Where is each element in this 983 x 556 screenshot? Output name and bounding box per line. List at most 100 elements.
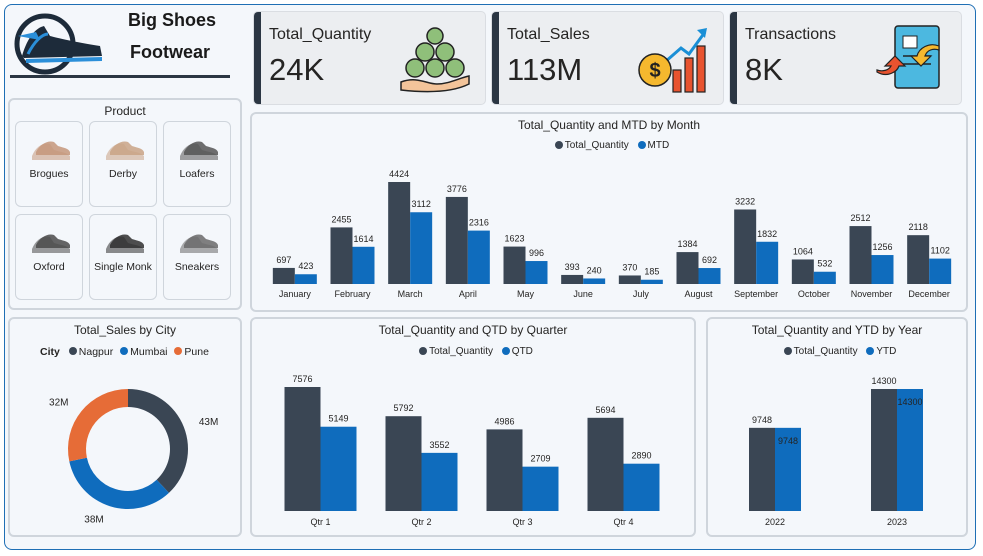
bar-total-quantity[interactable] — [445, 196, 468, 284]
bar-qtd[interactable] — [522, 466, 559, 511]
bar-total-quantity[interactable] — [849, 226, 872, 284]
shoe-image-icon — [106, 234, 144, 253]
bar-total-quantity[interactable] — [284, 387, 321, 511]
donut-slice-nagpur[interactable] — [128, 389, 189, 493]
x-tick-label: March — [398, 289, 423, 299]
legend-label: Nagpur — [78, 346, 114, 358]
data-label: 697 — [276, 255, 291, 265]
bar-mtd[interactable] — [929, 258, 952, 284]
bar-total-quantity[interactable] — [486, 429, 523, 511]
bar-total-quantity[interactable] — [503, 246, 526, 284]
bar-mtd[interactable] — [294, 274, 317, 284]
data-label: 1384 — [677, 239, 697, 249]
slicer-item-label: Sneakers — [174, 261, 220, 273]
x-tick-label: December — [908, 289, 950, 299]
chart-legend: Total_Quantity QTD — [252, 346, 694, 357]
shoe-image-icon — [32, 141, 70, 160]
bar-mtd[interactable] — [410, 212, 433, 284]
bar-total-quantity[interactable] — [749, 427, 775, 511]
bar-mtd[interactable] — [467, 230, 490, 284]
slicer-item-label: Single Monk — [94, 261, 152, 273]
data-label: 1614 — [353, 234, 373, 244]
kpi-label: Total_Sales — [507, 26, 590, 43]
data-label: 9748 — [752, 415, 772, 425]
slice-label: 43M — [199, 417, 218, 428]
quarter-chart-card: Total_Quantity and QTD by Quarter Total_… — [250, 317, 696, 537]
x-tick-label: July — [633, 289, 650, 299]
slicer-item-sneakers[interactable]: Sneakers — [163, 214, 231, 300]
bar-mtd[interactable] — [352, 246, 375, 284]
x-tick-label: August — [684, 289, 713, 299]
kpi-value: 24K — [269, 52, 325, 87]
data-label: 1064 — [793, 246, 813, 256]
data-label: 996 — [529, 248, 544, 258]
bar-total-quantity[interactable] — [871, 389, 897, 511]
bar-total-quantity[interactable] — [587, 417, 624, 511]
data-label: 1102 — [930, 246, 949, 256]
bar-total-quantity[interactable] — [618, 275, 641, 284]
bar-total-quantity[interactable] — [330, 227, 353, 284]
shoe-image-icon — [32, 234, 70, 253]
bar-mtd[interactable] — [640, 279, 663, 284]
bar-mtd[interactable] — [698, 268, 721, 284]
bar-total-quantity[interactable] — [272, 267, 295, 284]
x-tick-label: 2023 — [887, 517, 907, 527]
legend-dot-blue — [637, 141, 646, 150]
bar-total-quantity[interactable] — [388, 182, 411, 284]
bar-mtd[interactable] — [871, 255, 894, 284]
bar-total-quantity[interactable] — [676, 252, 699, 284]
data-label: 1832 — [757, 229, 777, 239]
kpi-label: Total_Quantity — [269, 26, 372, 43]
data-label: 2118 — [908, 222, 927, 232]
svg-text:$: $ — [649, 60, 660, 82]
data-label: 532 — [817, 259, 832, 269]
donut-slice-pune[interactable] — [68, 389, 128, 462]
bar-mtd[interactable] — [813, 271, 836, 284]
bar-mtd[interactable] — [756, 241, 779, 284]
bar-qtd[interactable] — [421, 452, 458, 511]
document-exchange-icon — [876, 25, 940, 89]
month-chart-card: Total_Quantity and MTD by Month Total_Qu… — [250, 112, 968, 312]
data-label: 2709 — [530, 454, 550, 464]
slicer-item-oxford[interactable]: Oxford — [15, 214, 83, 300]
chart-title: Total_Quantity and QTD by Quarter — [378, 323, 568, 337]
bar-mtd[interactable] — [583, 278, 606, 284]
data-label: 2890 — [631, 451, 651, 461]
x-tick-label: June — [573, 289, 593, 299]
slice-label: 32M — [49, 397, 68, 408]
legend-label: Mumbai — [130, 346, 168, 358]
brand-line-1: Big Shoes — [128, 10, 217, 30]
data-label: 1256 — [872, 242, 892, 252]
chart-title: Total_Quantity and YTD by Year — [751, 323, 923, 337]
kpi-card-transactions[interactable]: Transactions 8K — [730, 12, 961, 104]
slicer-item-loafers[interactable]: Loafers — [163, 121, 231, 207]
slicer-item-brogues[interactable]: Brogues — [15, 121, 83, 207]
data-label: 5149 — [328, 414, 348, 424]
bar-total-quantity[interactable] — [791, 259, 814, 284]
bar-total-quantity[interactable] — [561, 274, 584, 284]
bar-total-quantity[interactable] — [385, 416, 422, 511]
legend-label: YTD — [876, 346, 897, 357]
slicer-item-label: Brogues — [29, 168, 69, 180]
x-tick-label: September — [734, 289, 778, 299]
bar-total-quantity[interactable] — [907, 235, 930, 284]
kpi-card-total-quantity[interactable]: Total_Quantity 24K — [254, 12, 485, 104]
x-tick-label: January — [279, 289, 312, 299]
donut-slice-mumbai[interactable] — [69, 457, 169, 509]
bar-mtd[interactable] — [525, 261, 548, 284]
bar-total-quantity[interactable] — [734, 209, 757, 284]
legend-dot-dark — [554, 141, 563, 150]
year-bar-chart: 9748 9748 2022 14300 14300 2023 — [749, 376, 923, 527]
slicer-item-single-monk[interactable]: Single Monk — [89, 214, 157, 300]
slicer-item-derby[interactable]: Derby — [89, 121, 157, 207]
year-chart-card: Total_Quantity and YTD by Year Total_Qua… — [706, 317, 968, 537]
legend-dot-dark — [783, 347, 792, 356]
bar-qtd[interactable] — [623, 463, 660, 511]
money-bags-hand-icon — [400, 27, 470, 93]
bar-qtd[interactable] — [320, 426, 357, 511]
logo-area: Big Shoes Footwear — [10, 8, 232, 82]
kpi-value: 113M — [507, 52, 583, 87]
kpi-card-total-sales[interactable]: Total_Sales 113M $ — [492, 12, 723, 104]
bar-ytd[interactable] — [897, 389, 923, 511]
data-label: 3552 — [429, 440, 449, 450]
